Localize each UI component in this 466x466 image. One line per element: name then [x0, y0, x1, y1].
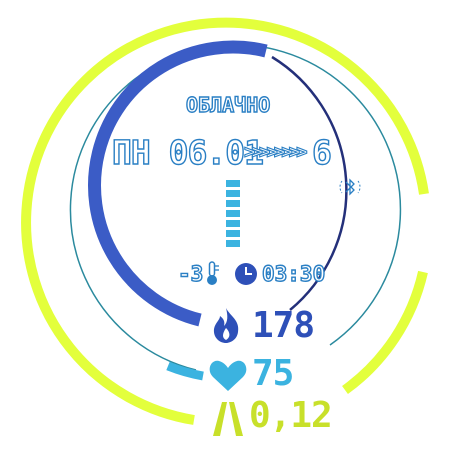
- outer-ring-arc-left: [21, 17, 429, 425]
- heart-rate-value: 75: [252, 353, 294, 394]
- outer-ring-arc-right: [342, 270, 428, 395]
- heart-icon: [209, 360, 247, 391]
- step-segments: [226, 180, 240, 247]
- watch-face: [21, 17, 429, 436]
- bluetooth-icon: [339, 178, 361, 196]
- time-display: 03:30: [261, 262, 326, 286]
- week-progress-arrows: >>>>>>>>: [243, 141, 308, 163]
- date-display: ПН 06.01: [111, 133, 264, 172]
- heart-rate-progress-arc: [166, 361, 204, 381]
- thermometer-icon: [207, 261, 219, 285]
- calories-value: 178: [252, 305, 315, 346]
- clock-icon: [235, 263, 257, 285]
- weather-condition: ОБЛАЧНО: [185, 93, 271, 117]
- flame-icon: [213, 308, 239, 343]
- week-number: 6: [311, 133, 332, 172]
- road-icon: [213, 402, 243, 436]
- temperature-value: -3: [177, 262, 204, 286]
- distance-value: 0,12: [249, 395, 333, 436]
